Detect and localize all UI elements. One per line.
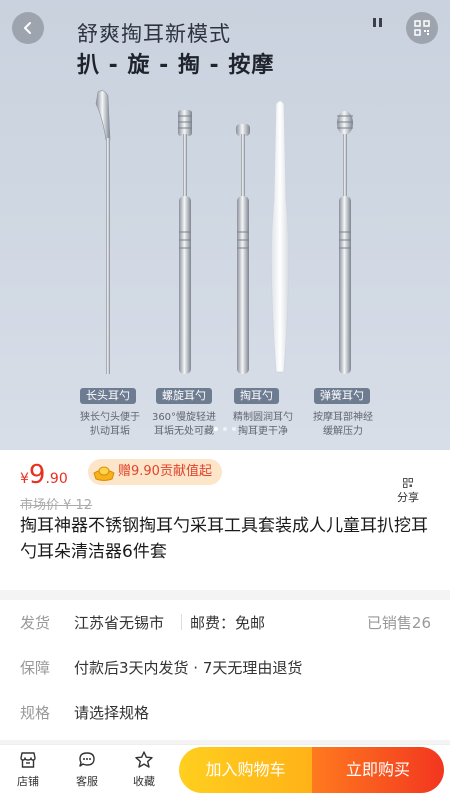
shipping-label: 发货 — [20, 614, 51, 632]
tool-desc-line: 狭长勺头便于 — [80, 412, 140, 423]
postage: 邮费：免邮 — [190, 614, 266, 632]
tool-label-spiral: 螺旋耳勺 — [156, 388, 212, 404]
tool-desc-line: 按摩耳部神经 — [313, 412, 373, 423]
tool-desc-scoop: 精制圆润耳勺 掏耳更干净 — [222, 411, 304, 439]
guarantee-row[interactable]: 保障 付款后3天内发货 · 7天无理由退货 — [0, 645, 450, 690]
market-price: 市场价 ¥ 12 — [20, 498, 93, 513]
qr-code-button[interactable] — [406, 12, 438, 44]
price-currency: ¥ — [20, 471, 29, 487]
spec-select[interactable]: 请选择规格 — [74, 702, 149, 723]
add-to-cart-button[interactable]: 加入购物车 — [179, 747, 312, 793]
gold-ingot-icon — [93, 466, 115, 481]
guarantee-text: 付款后3天内发货 · 7天无理由退货 — [74, 659, 303, 677]
hero-title: 舒爽掏耳新模式 — [77, 22, 231, 46]
product-image-carousel[interactable]: 舒爽掏耳新模式 扒 - 旋 - 掏 - 按摩 长头耳勺 螺旋耳勺 掏耳勺 弹簧耳… — [0, 0, 450, 450]
carousel-dot[interactable] — [232, 427, 236, 431]
carousel-dot[interactable] — [223, 427, 227, 431]
guarantee-label: 保障 — [20, 659, 51, 677]
favorite-button[interactable]: 收藏 — [124, 747, 164, 789]
tool-desc-long-scoop: 狭长勺头便于 扒动耳垢 — [69, 411, 151, 439]
qr-code-icon — [414, 20, 430, 36]
gift-points-badge: 赠9.90贡献值起 — [88, 459, 222, 485]
hero-subtitle: 扒 - 旋 - 掏 - 按摩 — [77, 53, 275, 78]
tool-desc-spring: 按摩耳部神经 缓解压力 — [302, 411, 384, 439]
back-button[interactable] — [12, 12, 44, 44]
tool-desc-line: 精制圆润耳勺 — [233, 412, 293, 423]
product-title: 掏耳神器不锈钢掏耳勺采耳工具套装成人儿童耳扒挖耳勺耳朵清洁器6件套 — [20, 516, 428, 562]
divider — [181, 614, 182, 630]
star-icon — [135, 751, 153, 768]
tool-desc-line: 360°慢旋轻进 — [151, 412, 217, 423]
carousel-dot[interactable] — [214, 427, 218, 431]
carousel-indicator[interactable] — [0, 427, 450, 431]
price-integer: 9 — [28, 460, 46, 490]
spec-label: 规格 — [20, 704, 51, 722]
chevron-left-icon — [24, 22, 31, 34]
customer-service-label: 客服 — [76, 775, 98, 788]
tool-label-spring: 弹簧耳勺 — [314, 388, 370, 404]
price: ¥9.90 — [20, 460, 68, 490]
customer-service-button[interactable]: 客服 — [67, 747, 107, 789]
spec-row[interactable]: 规格 请选择规格 — [0, 690, 450, 735]
store-button[interactable]: 店铺 — [8, 747, 48, 789]
favorite-label: 收藏 — [133, 775, 155, 788]
tool-label-long-scoop: 长头耳勺 — [80, 388, 136, 404]
product-info: 发货 江苏省无锡市 邮费：免邮 已销售26 保障 付款后3天内发货 · 7天无理… — [0, 600, 450, 740]
buy-now-button[interactable]: 立即购买 — [312, 747, 444, 793]
store-label: 店铺 — [17, 775, 39, 788]
gift-points-text: 赠9.90贡献值起 — [118, 464, 212, 479]
price-decimal: .90 — [45, 471, 68, 487]
qr-share-icon — [403, 478, 413, 488]
share-button[interactable]: 分享 — [393, 478, 423, 505]
image-count-icon — [373, 18, 382, 27]
shipping-row: 发货 江苏省无锡市 邮费：免邮 已销售26 — [0, 600, 450, 645]
share-label: 分享 — [397, 491, 419, 504]
bottom-action-bar: 店铺 客服 收藏 加入购物车 立即购买 — [0, 744, 450, 801]
tool-desc-spiral: 360°慢旋轻进 耳垢无处可藏 — [143, 411, 225, 439]
store-icon — [20, 752, 36, 768]
shipping-from: 江苏省无锡市 — [74, 614, 165, 632]
chat-bubble-icon — [79, 752, 95, 767]
tool-label-scoop: 掏耳勺 — [234, 388, 279, 404]
sold-count: 已销售26 — [366, 614, 431, 632]
